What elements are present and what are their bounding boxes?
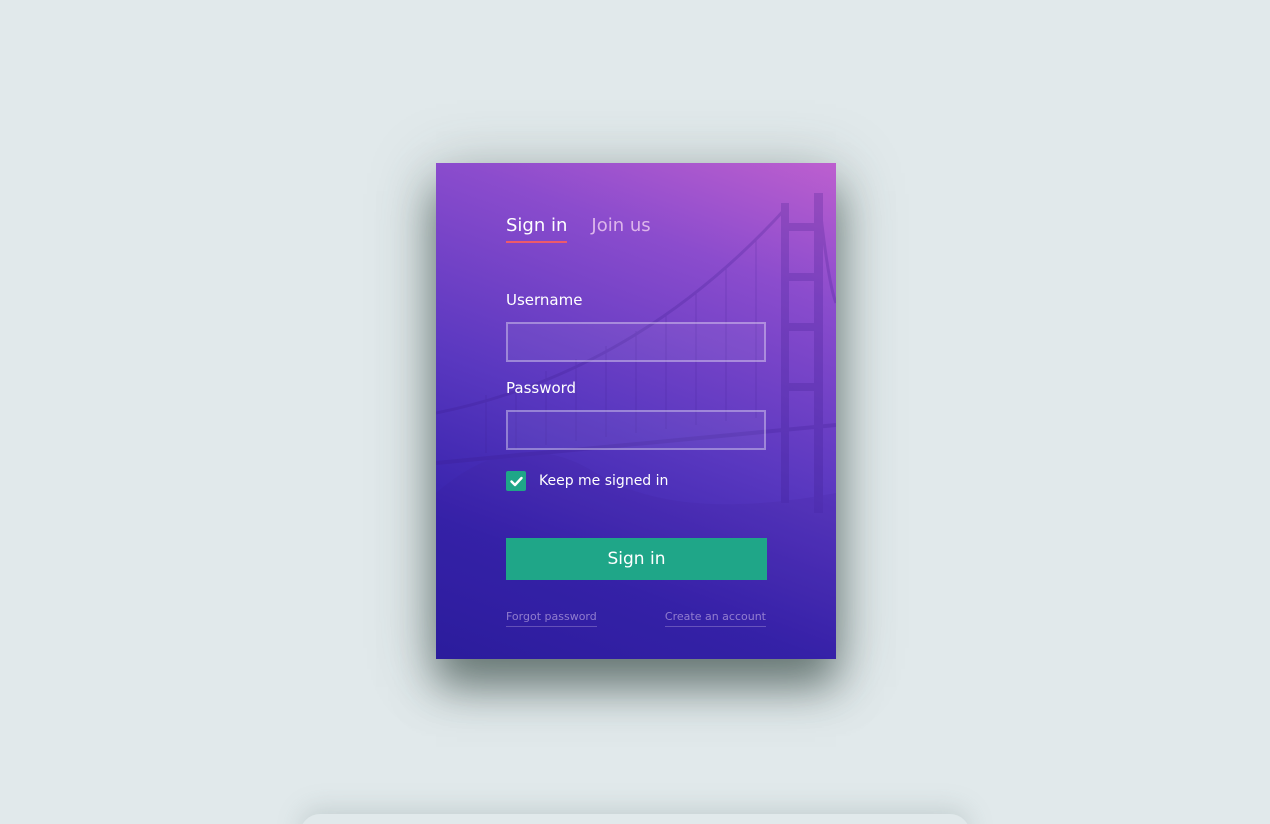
forgot-password-link[interactable]: Forgot password — [506, 610, 597, 627]
create-account-link[interactable]: Create an account — [664, 610, 766, 627]
tab-join-us[interactable]: Join us — [591, 213, 650, 243]
keep-signed-in-checkbox[interactable] — [506, 471, 526, 491]
username-label: Username — [506, 291, 583, 309]
lower-card-edge — [300, 814, 970, 824]
sign-in-button[interactable]: Sign in — [506, 538, 767, 580]
username-input[interactable] — [506, 322, 766, 362]
password-label: Password — [506, 379, 577, 397]
keep-signed-in-row: Keep me signed in — [506, 471, 668, 491]
login-card: Sign in Join us Username Password Keep m… — [436, 163, 836, 659]
keep-signed-in-label: Keep me signed in — [539, 473, 669, 489]
tab-sign-in[interactable]: Sign in — [506, 213, 568, 243]
check-icon — [509, 476, 523, 486]
auth-tabs: Sign in Join us — [506, 213, 651, 243]
page-background: Sign in Join us Username Password Keep m… — [0, 0, 1270, 824]
password-input[interactable] — [506, 410, 766, 450]
